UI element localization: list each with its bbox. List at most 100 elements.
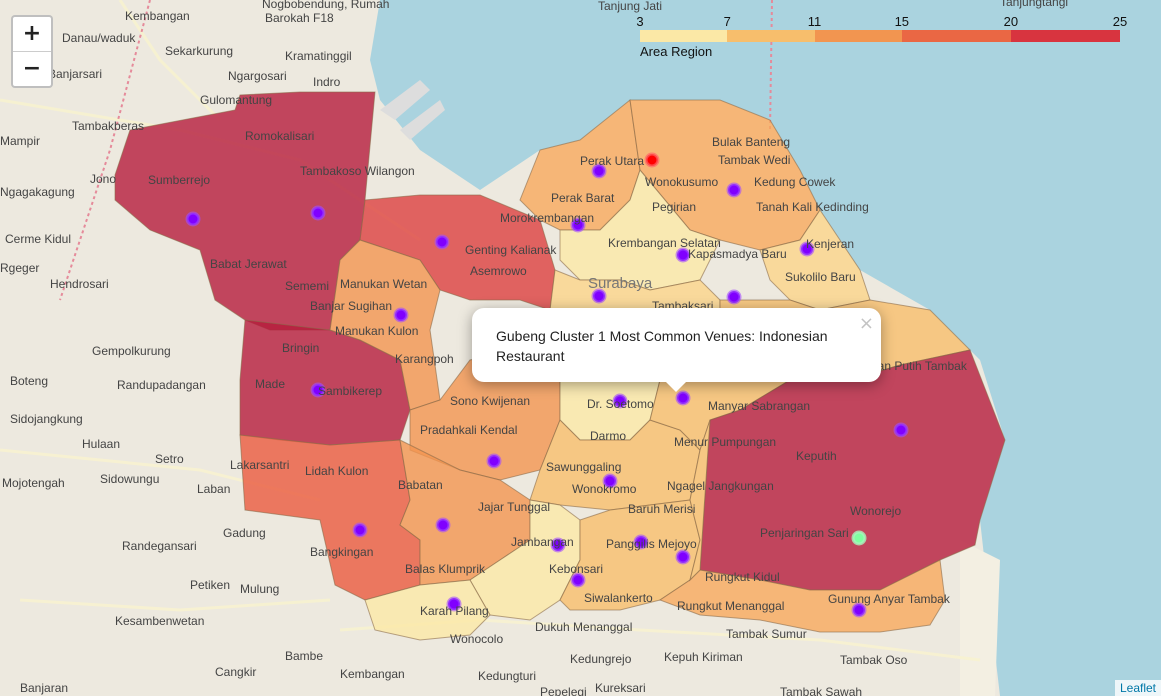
place-label: Randegansari xyxy=(122,539,197,553)
popup-text: Gubeng Cluster 1 Most Common Venues: Ind… xyxy=(496,328,828,364)
place-label: Gunung Anyar Tambak xyxy=(828,592,951,606)
place-label: Mampir xyxy=(0,134,40,148)
place-label: Jajar Tunggal xyxy=(478,500,550,514)
marker xyxy=(726,182,742,198)
place-label: Perak Barat xyxy=(551,191,615,205)
place-label: Kebonsari xyxy=(549,562,603,576)
legend-tick-label: 20 xyxy=(1003,14,1019,29)
marker xyxy=(393,307,409,323)
place-label: Rungkut Kidul xyxy=(705,570,780,584)
place-label: Barokah F18 xyxy=(265,11,334,25)
place-label: Wonorejo xyxy=(850,504,901,518)
marker xyxy=(675,549,691,565)
place-label: Ngargosari xyxy=(228,69,287,83)
marker xyxy=(434,234,450,250)
place-label: Kedungrejo xyxy=(570,652,632,666)
gubeng-cluster-1-marker xyxy=(675,390,691,406)
place-label: Sidojangkung xyxy=(10,412,83,426)
place-label: Ngagel Jangkungan xyxy=(667,479,774,493)
zoom-control: + − xyxy=(11,15,53,88)
map-popup: × Gubeng Cluster 1 Most Common Venues: I… xyxy=(472,308,881,392)
place-label: Kembangan xyxy=(340,667,405,681)
place-label: Kedungturi xyxy=(478,669,536,683)
place-label: Kembangan xyxy=(125,9,190,23)
place-label: Sawunggaling xyxy=(546,460,621,474)
place-label: Setro xyxy=(155,452,184,466)
place-label: Darmo xyxy=(590,429,626,443)
legend-color-step xyxy=(640,30,728,42)
place-label: Kenjeran xyxy=(806,237,854,251)
marker xyxy=(310,205,326,221)
place-label: Asemrowo xyxy=(470,264,527,278)
marker xyxy=(435,517,451,533)
place-label: Bringin xyxy=(282,341,319,355)
place-label: Randupadangan xyxy=(117,378,206,392)
place-label: Morokrembangan xyxy=(500,211,594,225)
place-label: Babatan xyxy=(398,478,443,492)
place-label: Sememi xyxy=(285,279,329,293)
place-label: Kramatinggil xyxy=(285,49,352,63)
place-label: Tambak Sumur xyxy=(726,627,807,641)
zoom-out-button[interactable]: − xyxy=(13,51,51,86)
place-label: Pegirian xyxy=(652,200,696,214)
legend-tick-label: 11 xyxy=(807,14,822,29)
marker xyxy=(185,211,201,227)
place-label: Dr. Soetomo xyxy=(587,397,654,411)
attribution-link[interactable]: Leaflet xyxy=(1114,680,1161,696)
place-label: Gempolkurung xyxy=(92,344,171,358)
place-label: Jambangan xyxy=(511,535,574,549)
place-label: Tambakberas xyxy=(72,119,144,133)
legend-tick-label: 25 xyxy=(1112,14,1128,29)
place-label: Tanjungtangi xyxy=(1000,0,1068,9)
place-label: Karangpoh xyxy=(395,352,454,366)
legend-color-step xyxy=(814,30,902,42)
place-label: Panggilis Mejoyo xyxy=(606,537,697,551)
place-label: Banjaran xyxy=(20,681,68,695)
legend-color-step xyxy=(1010,30,1120,42)
legend-caption: Area Region xyxy=(640,44,713,59)
legend-tick-label: 3 xyxy=(636,14,644,29)
marker xyxy=(644,152,660,168)
place-label: Manukan Wetan xyxy=(340,277,427,291)
place-label: Romokalisari xyxy=(245,129,314,143)
place-label: Kesambenwetan xyxy=(115,614,204,628)
place-label: Lidah Kulon xyxy=(305,464,368,478)
place-label: Banjarsari xyxy=(48,67,102,81)
place-label: Wonocolo xyxy=(450,632,503,646)
place-label: Tambakoso Wilangon xyxy=(300,164,415,178)
place-label: Balas Klumprik xyxy=(405,562,486,576)
place-label: Keputih xyxy=(796,449,837,463)
place-label: Manyar Sabrangan xyxy=(708,399,810,413)
place-label: Kedung Cowek xyxy=(754,175,836,189)
marker xyxy=(726,289,742,305)
place-label: Wonokusumo xyxy=(645,175,718,189)
place-label: Karah Pilang xyxy=(420,604,489,618)
place-label: Surabaya xyxy=(588,275,653,292)
place-label: Petiken xyxy=(190,578,230,592)
place-label: Wonokromo xyxy=(572,482,637,496)
place-label: Manukan Kulon xyxy=(335,324,418,338)
place-label: Bangkingan xyxy=(310,545,373,559)
zoom-in-button[interactable]: + xyxy=(13,17,51,51)
place-label: Laban xyxy=(197,482,230,496)
shore-strip xyxy=(960,540,1000,696)
place-label: Sambikerep xyxy=(318,384,382,398)
popup-close-button[interactable]: × xyxy=(859,313,874,334)
legend-color-step xyxy=(727,30,815,42)
marker xyxy=(851,530,867,546)
place-label: Babat Jerawat xyxy=(210,257,287,271)
place-label: Pradahkali Kendal xyxy=(420,423,517,437)
place-label: Mojotengah xyxy=(2,476,65,490)
place-label: Kapasmadya Baru xyxy=(688,247,787,261)
place-label: Perak Utara xyxy=(580,154,644,168)
place-label: Penjaringan Sari xyxy=(760,526,849,540)
marker xyxy=(486,453,502,469)
place-label: Hulaan xyxy=(82,437,120,451)
place-label: Danau/waduk xyxy=(62,31,136,45)
place-label: Menur Pumpungan xyxy=(674,435,776,449)
place-label: Bulak Banteng xyxy=(712,135,790,149)
marker xyxy=(352,522,368,538)
marker xyxy=(893,422,909,438)
place-label: Indro xyxy=(313,75,341,89)
place-label: Rungkut Menanggal xyxy=(677,599,784,613)
